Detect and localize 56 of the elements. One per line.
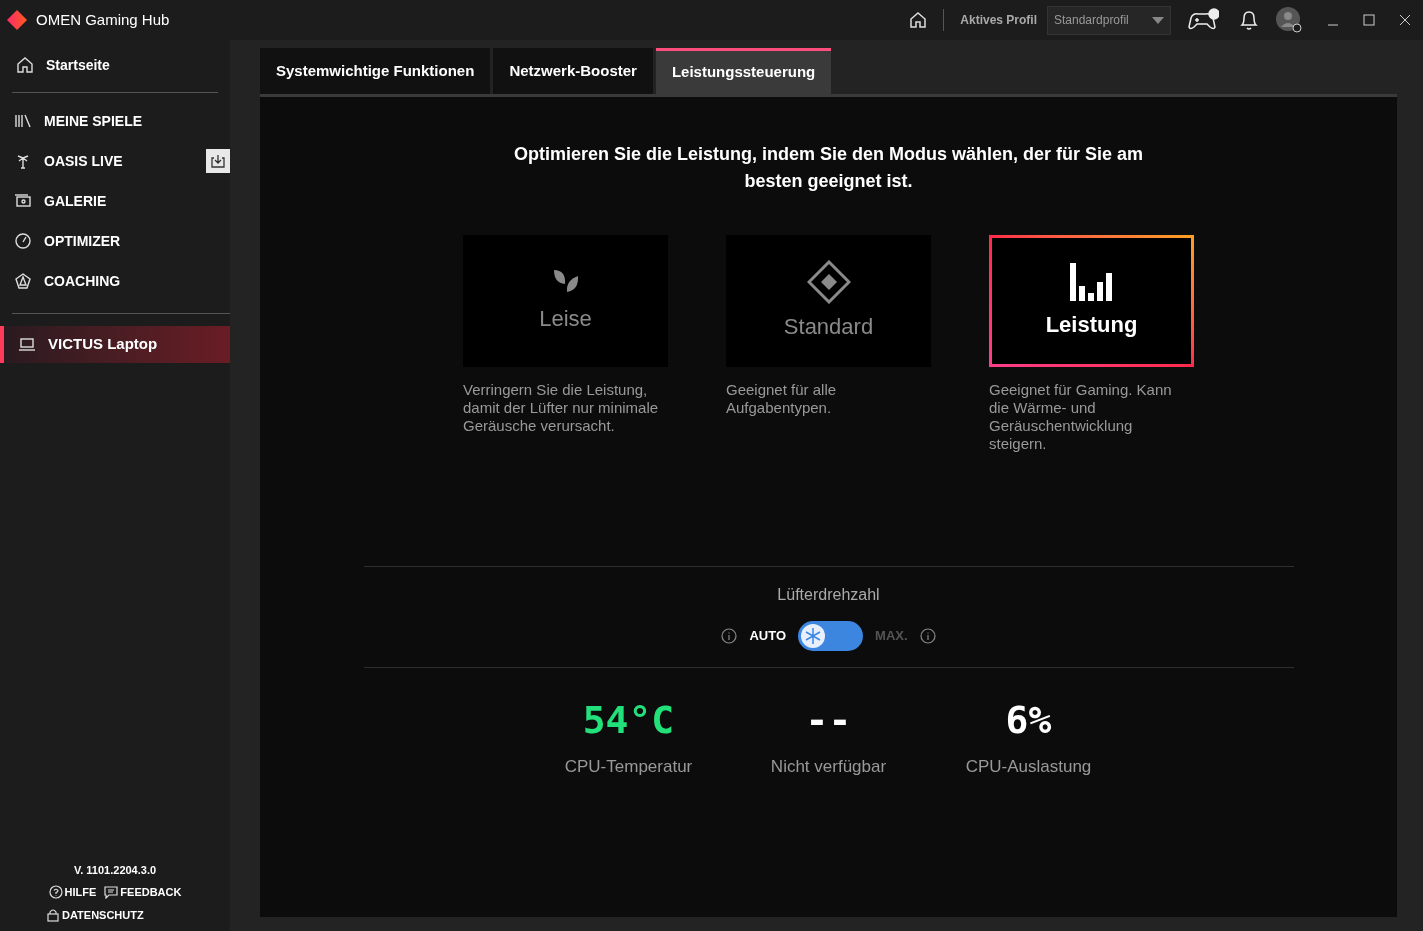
sidebar-item[interactable]: Startseite <box>14 54 112 76</box>
sidebar-item[interactable]: OPTIMIZER <box>14 230 230 252</box>
tab[interactable]: Systemwichtige Funktionen <box>260 48 491 94</box>
snowflake-icon <box>800 623 827 649</box>
profile-label: Aktives Profil <box>960 12 1037 29</box>
footer-link[interactable]: DATENSCHUTZ <box>46 906 144 923</box>
mode-description: Geeignet für Gaming. Kann die Wärme- und Geräuschentwicklung steigern. <box>989 381 1173 453</box>
caret-icon <box>1152 16 1164 24</box>
bar-chart-icon <box>1068 261 1115 302</box>
gallery-icon <box>14 192 32 210</box>
lock-icon <box>46 907 60 922</box>
pentagon-icon <box>14 272 32 290</box>
version-text: V. 1101.2204.3.0 <box>73 862 157 878</box>
gauge-icon <box>14 232 32 250</box>
help-icon <box>48 885 63 900</box>
fan-toggle[interactable] <box>798 621 864 651</box>
max-label: MAX. <box>875 627 908 646</box>
download-icon <box>210 153 226 169</box>
laptop-icon <box>18 335 36 354</box>
footer-link[interactable]: HILFE <box>48 884 97 901</box>
sidebar-item[interactable]: COACHING <box>14 270 230 292</box>
library-icon <box>14 112 32 130</box>
tab[interactable]: Netzwerk-Booster <box>493 48 653 94</box>
mode-card[interactable]: Leistung <box>989 235 1194 367</box>
info-icon[interactable] <box>919 628 936 644</box>
sidebar-item[interactable]: GALERIE <box>14 190 230 212</box>
close-icon[interactable] <box>1399 14 1411 26</box>
auto-label: AUTO <box>749 627 787 646</box>
stat-label: CPU-Auslastung <box>965 756 1092 778</box>
stat-value: 6% <box>1005 698 1052 742</box>
device-item[interactable]: VICTUS Laptop <box>0 326 230 363</box>
chat-icon <box>104 885 119 900</box>
sidebar-item[interactable]: OASIS LIVE <box>14 150 206 172</box>
home-icon <box>16 56 34 74</box>
stat-label: CPU-Temperatur <box>564 756 693 778</box>
heading: Optimieren Sie die Leistung, indem Sie den Modus wählen, der für Sie am besten geeignet ist. <box>512 143 1145 193</box>
profile-dropdown[interactable]: Standardprofil <box>1047 5 1171 35</box>
avatar-icon[interactable] <box>1275 6 1303 34</box>
maximize-icon[interactable] <box>1363 14 1375 26</box>
sidebar-item[interactable]: MEINE SPIELE <box>14 110 230 132</box>
tab[interactable]: Leistungssteuerung <box>655 48 832 94</box>
stat-label: Nicht verfügbar <box>770 756 887 778</box>
logo-icon <box>6 9 28 31</box>
bell-icon[interactable] <box>1239 9 1259 31</box>
download-button[interactable] <box>206 149 230 173</box>
mode-description: Verringern Sie die Leistung, damit der Lüfter nur minimale Geräusche verursacht. <box>463 381 660 435</box>
gamepad-icon[interactable] <box>1187 8 1219 32</box>
info-icon[interactable] <box>721 628 738 644</box>
fan-speed-title: Lüfterdrehzahl <box>777 585 880 605</box>
window-title: OMEN Gaming Hub <box>36 9 170 30</box>
mode-description: Geeignet für alle Aufgabentypen. <box>726 381 838 417</box>
stat-value: 54°C <box>582 698 675 742</box>
stat-value: -- <box>805 698 852 742</box>
home-icon[interactable] <box>909 11 928 29</box>
diamond-icon <box>806 259 851 304</box>
footer-link[interactable]: FEEDBACK <box>104 884 182 901</box>
